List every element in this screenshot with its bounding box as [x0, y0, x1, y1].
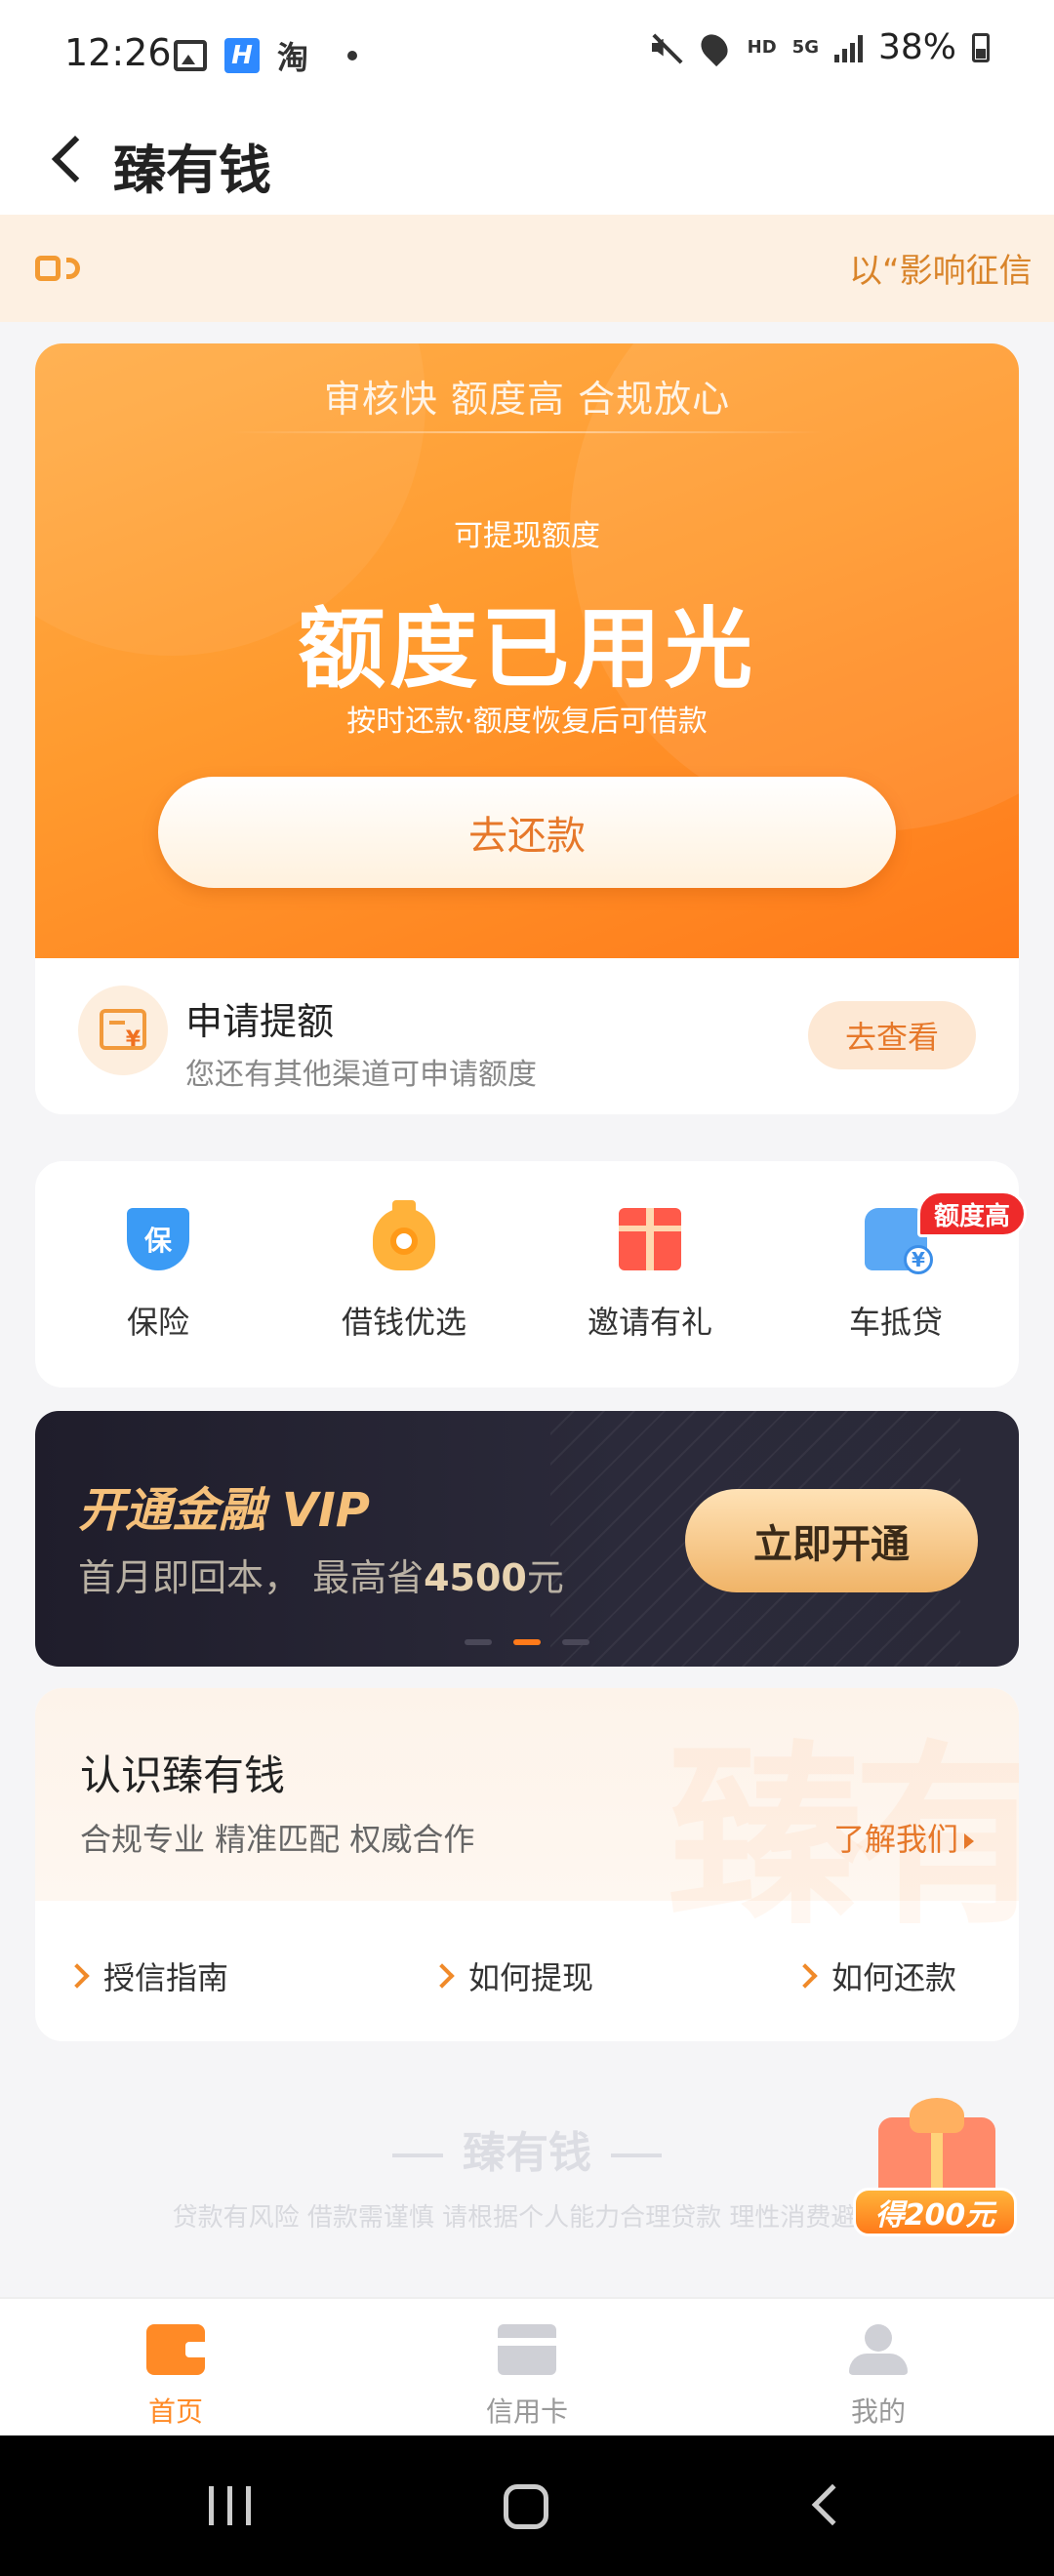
- limit-hint: 按时还款·额度恢复后可借款: [346, 704, 708, 739]
- wallet-icon: [146, 2324, 205, 2375]
- credit-limit-panel: 审核快 额度高 合规放心 可提现额度 额度已用光 按时还款·额度恢复后可借款 去…: [35, 343, 1019, 958]
- tab-label: 我的: [850, 2395, 906, 2428]
- carousel-dots: [465, 1639, 589, 1645]
- vip-title: 开通金融 VIP: [78, 1483, 370, 1538]
- limit-label: 可提现额度: [454, 519, 600, 553]
- learn-more-link[interactable]: 了解我们: [833, 1815, 974, 1860]
- quick-menu: 保 保险 借钱优选 邀请有礼 车抵贷 额度高: [35, 1161, 1027, 1388]
- tagline-divider: [230, 431, 824, 433]
- status-notification-icons: H 淘: [174, 33, 358, 78]
- view-button[interactable]: 去查看: [808, 1001, 976, 1069]
- credit-limit-card: 审核快 额度高 合规放心 可提现额度 额度已用光 按时还款·额度恢复后可借款 去…: [35, 343, 1019, 1114]
- about-header: 臻有 认识臻有钱 合规专业 精准匹配 权威合作 了解我们: [35, 1688, 1019, 1952]
- quick-item-label: 借钱优选: [341, 1304, 466, 1341]
- insurance-shield-icon: 保: [127, 1208, 189, 1270]
- guide-repay[interactable]: 如何还款: [792, 1953, 957, 1998]
- about-title: 认识臻有钱: [80, 1751, 286, 1799]
- money-bag-icon: [373, 1200, 435, 1270]
- quick-item-label: 邀请有礼: [587, 1304, 712, 1341]
- battery-icon: [972, 32, 990, 62]
- hd-icon: HD: [747, 37, 777, 58]
- battery-percent: 38%: [877, 27, 956, 67]
- guide-label: 授信指南: [103, 1959, 229, 1996]
- back-button[interactable]: [39, 129, 98, 187]
- tab-label: 信用卡: [485, 2395, 568, 2428]
- quick-item-insurance[interactable]: 保 保险: [35, 1161, 281, 1388]
- tab-home[interactable]: 首页: [0, 2299, 351, 2437]
- vip-subtitle-suffix: 元: [526, 1556, 564, 1599]
- chevron-right-icon: [792, 1963, 818, 1989]
- vip-banner[interactable]: 开通金融 VIP 首月即回本， 最高省4500元 立即开通: [35, 1411, 1019, 1667]
- floating-gift[interactable]: 得200元: [849, 2098, 1021, 2244]
- high-limit-badge: 额度高: [916, 1190, 1027, 1237]
- signal-icon: [833, 33, 863, 62]
- limit-status: 额度已用光: [298, 598, 756, 701]
- vip-subtitle-prefix: 首月即回本， 最高省: [78, 1556, 425, 1599]
- quick-item-invite[interactable]: 邀请有礼: [527, 1161, 773, 1388]
- quick-item-loan-choice[interactable]: 借钱优选: [281, 1161, 527, 1388]
- speaker-icon: [35, 248, 84, 289]
- h-app-icon: H: [224, 38, 260, 73]
- status-time: 12:26: [64, 31, 172, 74]
- tagline: 审核快 额度高 合规放心: [323, 378, 731, 421]
- user-icon: [849, 2324, 908, 2375]
- guide-credit[interactable]: 授信指南: [64, 1953, 229, 1998]
- raise-limit-icon: [78, 986, 168, 1075]
- notice-bar[interactable]: 以“影响征信: [0, 215, 1054, 322]
- vip-subtitle: 首月即回本， 最高省4500元: [78, 1548, 564, 1601]
- tab-mine[interactable]: 我的: [703, 2299, 1054, 2437]
- home-icon[interactable]: [504, 2484, 548, 2529]
- carousel-dot[interactable]: [465, 1639, 492, 1645]
- gift-icon: [619, 1208, 681, 1270]
- credit-card-icon: [498, 2324, 556, 2375]
- guide-withdraw[interactable]: 如何提现: [429, 1953, 594, 1998]
- notice-marquee-text: 以“影响征信: [849, 252, 1033, 291]
- gallery-icon: [174, 40, 207, 71]
- carousel-dot-active[interactable]: [513, 1639, 541, 1645]
- more-notifications-dot: [347, 51, 358, 60]
- title-bar: 臻有钱: [0, 107, 1054, 215]
- raise-limit-row[interactable]: 申请提额 您还有其他渠道可申请额度 去查看: [35, 958, 1019, 1114]
- status-system-icons: HD 5G 38%: [648, 27, 990, 67]
- recent-apps-icon[interactable]: [209, 2486, 251, 2525]
- network-5g-icon: 5G: [791, 36, 819, 58]
- about-subtitle: 合规专业 精准匹配 权威合作: [80, 1821, 475, 1858]
- guide-label: 如何还款: [831, 1959, 957, 1996]
- carousel-dot[interactable]: [562, 1639, 589, 1645]
- about-card: 臻有 认识臻有钱 合规专业 精准匹配 权威合作 了解我们 授信指南 如何提现 如…: [35, 1688, 1019, 2041]
- status-bar: 12:26 H 淘 HD 5G 38%: [0, 0, 1054, 107]
- quick-item-label: 保险: [126, 1304, 189, 1341]
- back-nav-icon[interactable]: [811, 2483, 854, 2526]
- chevron-right-icon: [429, 1963, 455, 1989]
- location-icon: [695, 28, 733, 66]
- mute-icon: [648, 31, 681, 64]
- taobao-icon: 淘: [277, 39, 309, 76]
- system-nav-bar: [0, 2435, 1054, 2576]
- tab-label: 首页: [147, 2395, 203, 2428]
- guide-links: 授信指南 如何提现 如何还款: [35, 1901, 1019, 2041]
- repay-button[interactable]: 去还款: [158, 777, 896, 888]
- gift-bow-icon: [910, 2098, 964, 2133]
- quick-item-label: 车抵贷: [848, 1304, 943, 1341]
- gift-label: 得200元: [853, 2188, 1017, 2236]
- guide-label: 如何提现: [468, 1959, 594, 1996]
- tab-credit-card[interactable]: 信用卡: [351, 2299, 703, 2437]
- bottom-tab-bar: 首页 信用卡 我的: [0, 2297, 1054, 2435]
- page-title: 臻有钱: [113, 140, 271, 201]
- vip-subtitle-amount: 4500: [424, 1556, 527, 1599]
- vip-open-button[interactable]: 立即开通: [685, 1489, 978, 1592]
- raise-limit-title: 申请提额: [185, 1000, 335, 1043]
- quick-item-car-loan[interactable]: 车抵贷 额度高: [773, 1161, 1027, 1388]
- chevron-right-icon: [64, 1963, 90, 1989]
- raise-limit-subtitle: 您还有其他渠道可申请额度: [185, 1058, 537, 1092]
